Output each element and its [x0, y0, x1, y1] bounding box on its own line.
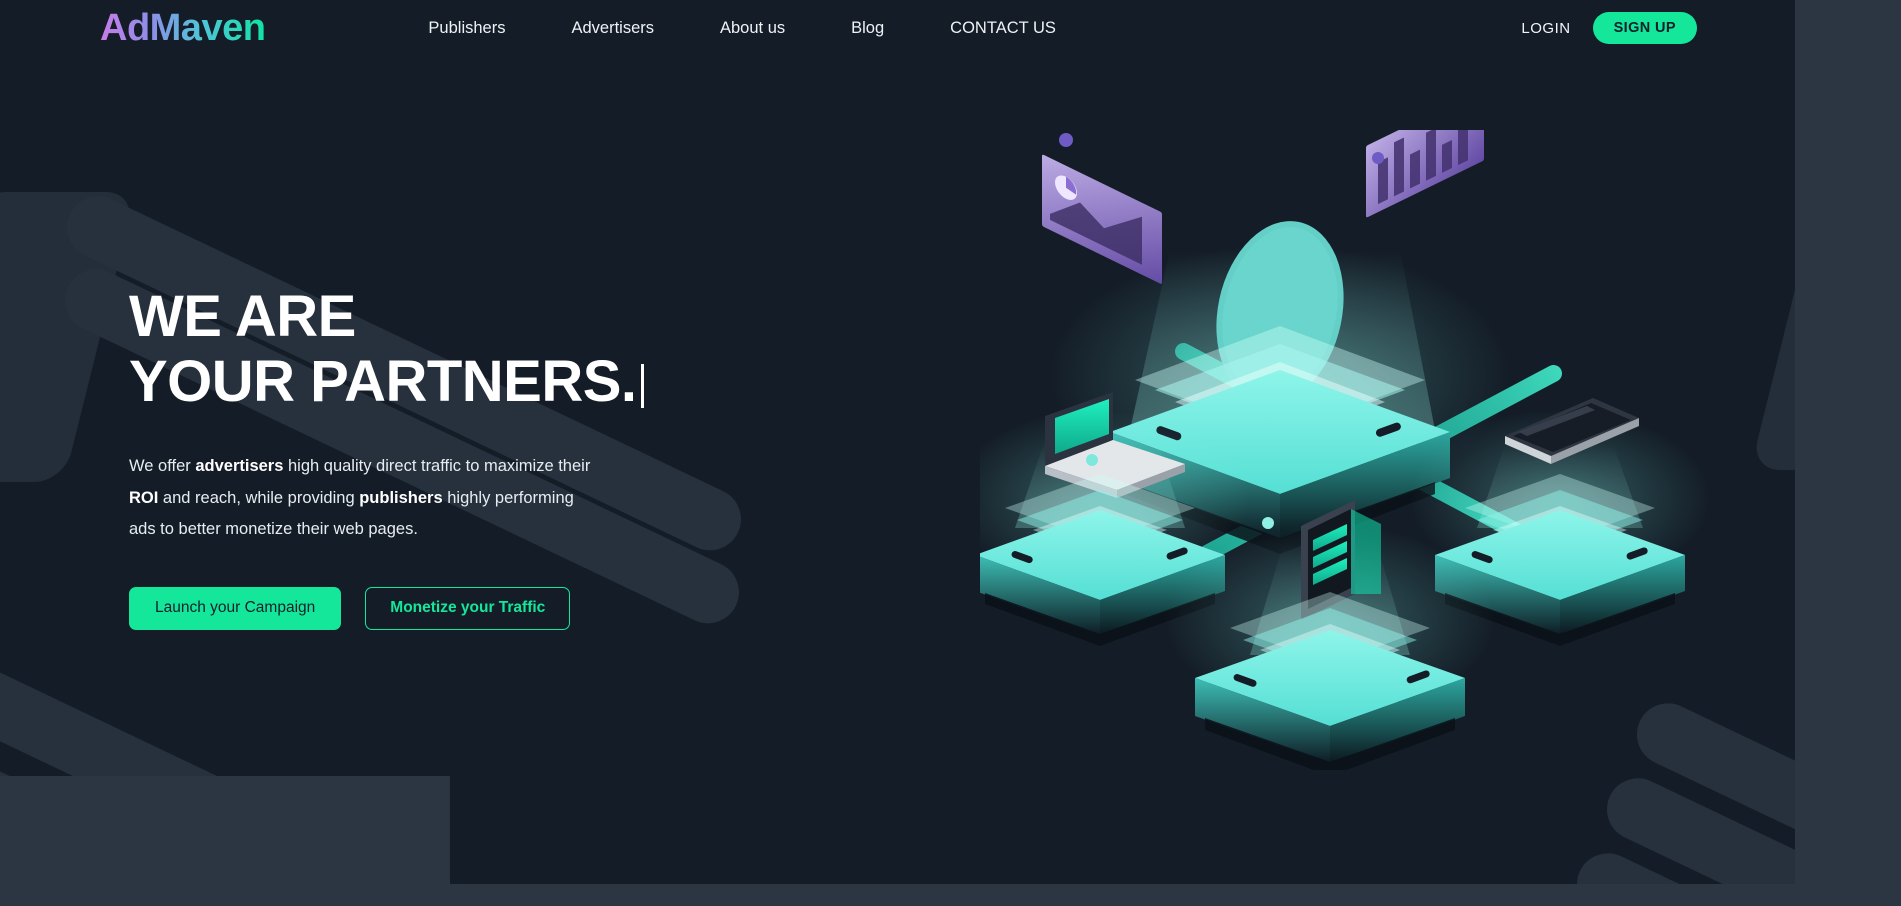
chart-panel-right	[1366, 130, 1484, 218]
desc-bold-advertisers: advertisers	[195, 456, 284, 475]
headline-line-2: YOUR PARTNERS.	[129, 348, 637, 414]
nav-item-blog[interactable]: Blog	[818, 20, 917, 37]
desc-part-2: high quality direct traffic to maximize …	[283, 456, 591, 475]
nav-item-about-us[interactable]: About us	[687, 20, 818, 37]
hero-copy-block: WE ARE YOUR PARTNERS. We offer advertise…	[129, 284, 769, 630]
page-root: AdMaven Publishers Advertisers About us …	[0, 0, 1901, 906]
desc-bold-publishers: publishers	[359, 488, 443, 507]
hero-description: We offer advertisers high quality direct…	[129, 451, 599, 546]
hero-section: AdMaven Publishers Advertisers About us …	[0, 0, 1795, 884]
decor-dot-purple-1	[1059, 133, 1073, 147]
nav-menu: Publishers Advertisers About us Blog CON…	[395, 20, 1088, 37]
chart-panel-left	[1042, 154, 1162, 284]
nav-item-contact-us[interactable]: CONTACT US	[917, 20, 1089, 37]
decor-dot-teal-3	[1262, 517, 1274, 529]
login-link[interactable]: LOGIN	[1521, 20, 1570, 37]
isometric-network-illustration	[980, 130, 1760, 770]
monetize-traffic-button[interactable]: Monetize your Traffic	[365, 586, 571, 630]
nav-item-advertisers[interactable]: Advertisers	[538, 20, 687, 37]
desc-bold-roi: ROI	[129, 488, 159, 507]
brand-logo[interactable]: AdMaven	[100, 9, 266, 47]
decor-dot-purple-2	[1372, 152, 1384, 164]
decor-dot-teal-2	[1086, 454, 1098, 466]
headline-line-1: WE ARE	[129, 284, 356, 349]
desc-part-1: We offer	[129, 456, 196, 475]
top-navigation-bar: AdMaven Publishers Advertisers About us …	[0, 0, 1795, 56]
page-title: WE ARE YOUR PARTNERS.	[129, 284, 769, 415]
hero-cta-group: Launch your Campaign Monetize your Traff…	[129, 586, 769, 630]
page-right-surface	[1795, 0, 1901, 906]
launch-campaign-button[interactable]: Launch your Campaign	[129, 586, 342, 630]
page-lower-left-surface	[0, 776, 450, 906]
desc-part-3: and reach, while providing	[158, 488, 360, 507]
signup-button[interactable]: SIGN UP	[1592, 11, 1697, 45]
nav-auth-group: LOGIN SIGN UP	[1521, 11, 1697, 45]
text-cursor-caret	[640, 363, 644, 408]
nav-item-publishers[interactable]: Publishers	[395, 20, 538, 37]
